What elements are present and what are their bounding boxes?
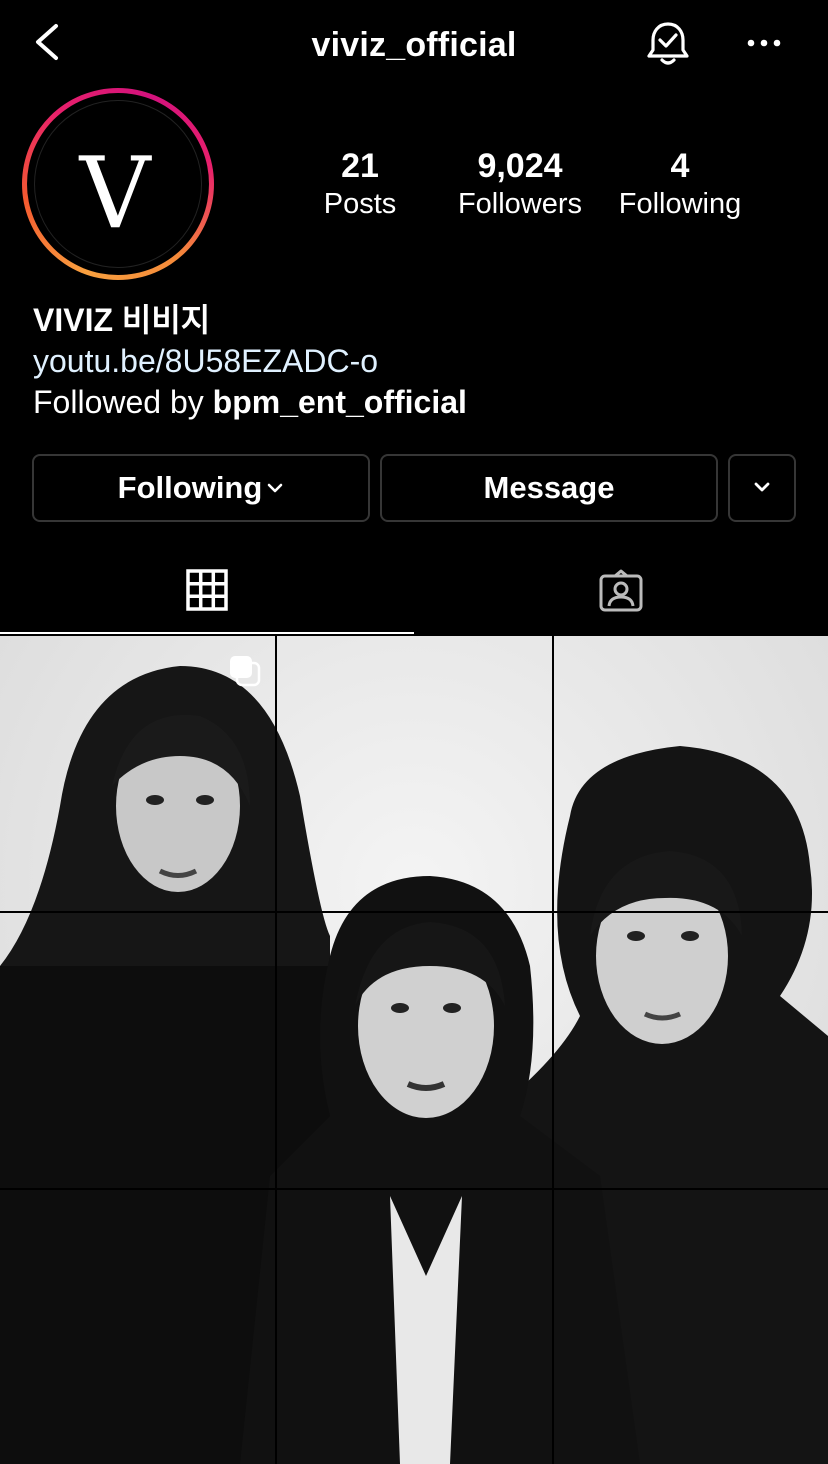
profile-bio: VIVIZ 비비지 youtu.be/8U58EZADC-o Followed …	[33, 300, 793, 422]
more-horizontal-icon[interactable]	[744, 30, 784, 56]
svg-text:V: V	[79, 137, 153, 251]
viviz-logo: V	[79, 137, 153, 251]
bio-link[interactable]: youtu.be/8U58EZADC-o	[33, 340, 793, 382]
followers-label: Followers	[457, 188, 583, 220]
followed-by-prefix: Followed by	[33, 384, 213, 420]
top-bar: viviz_official	[0, 0, 828, 90]
posts-count: 21	[341, 147, 379, 185]
following-button-label: Following	[117, 470, 263, 505]
multiple-photos-icon	[230, 656, 261, 687]
tab-tagged[interactable]	[414, 548, 828, 634]
message-button[interactable]: Message	[380, 454, 718, 522]
avatar[interactable]: V	[34, 100, 202, 268]
message-button-label: Message	[483, 470, 615, 505]
profile-stats: 21 Posts 9,024 Followers 4 Following	[290, 146, 770, 236]
followed-by[interactable]: Followed by bpm_ent_official	[33, 382, 793, 422]
profile-username: viviz_official	[311, 26, 517, 64]
followed-by-user: bpm_ent_official	[212, 384, 467, 420]
stat-followers[interactable]: 9,024 Followers	[440, 146, 600, 222]
tab-posts-grid[interactable]	[0, 548, 414, 634]
bell-check-icon[interactable]	[645, 20, 691, 68]
profile-tabs	[0, 548, 828, 636]
stat-following[interactable]: 4 Following	[600, 146, 760, 222]
following-count: 4	[670, 147, 690, 185]
display-name: VIVIZ 비비지	[33, 302, 211, 338]
following-label: Following	[618, 188, 742, 220]
posts-grid	[0, 636, 828, 1464]
following-button[interactable]: Following	[32, 454, 370, 522]
chevron-down-icon	[754, 482, 770, 492]
grid-icon	[186, 569, 228, 611]
chevron-down-icon	[268, 483, 283, 493]
group-photo[interactable]	[0, 636, 828, 1464]
stat-posts[interactable]: 21 Posts	[280, 146, 440, 222]
story-ring[interactable]: V	[22, 88, 214, 280]
posts-label: Posts	[323, 188, 397, 220]
suggested-accounts-button[interactable]	[728, 454, 796, 522]
tagged-person-icon	[599, 569, 643, 612]
followers-count: 9,024	[477, 147, 563, 185]
